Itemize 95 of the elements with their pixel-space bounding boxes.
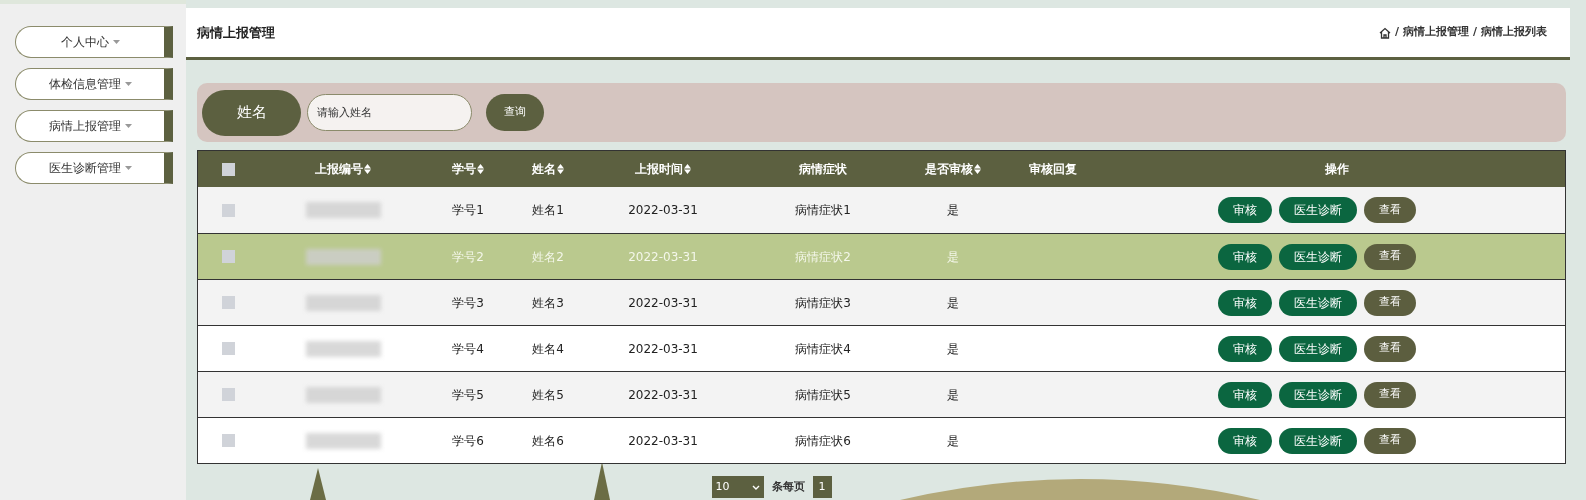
page-size-label: 条每页 xyxy=(771,478,805,495)
table-cell-text: 2022-03-31 xyxy=(628,340,698,358)
breadcrumb-separator: / xyxy=(1394,24,1399,41)
checkbox[interactable] xyxy=(221,162,235,176)
table-cell-text: 学号1 xyxy=(452,202,484,219)
table-row[interactable]: 学号5 姓名5 2022-03-31 病情症状5 是 审核 医生诊断 查看 xyxy=(198,371,1565,417)
action-button[interactable]: 医生诊断 xyxy=(1278,243,1357,270)
caret-icon xyxy=(124,82,132,86)
caret-icon xyxy=(124,124,132,128)
table-cell-text: 2022-03-31 xyxy=(628,248,698,266)
chevron-down-icon xyxy=(751,484,760,490)
column-header: 病情症状 xyxy=(799,161,847,178)
sidebar-menu-item[interactable]: 病情上报管理 xyxy=(15,110,173,142)
table-cell-text: 姓名5 xyxy=(532,386,564,404)
table-cell-text: 2022-03-31 xyxy=(628,432,698,450)
table-cell-text: 病情症状5 xyxy=(795,386,851,404)
table-cell-text: 学号2 xyxy=(452,248,484,266)
table-cell-text: 学号4 xyxy=(452,340,484,358)
tree-drawing xyxy=(310,468,326,500)
checkbox[interactable] xyxy=(221,203,235,217)
home-icon[interactable] xyxy=(1378,26,1391,39)
column-header: 操作 xyxy=(1324,161,1349,178)
table-cell-text: 是 xyxy=(947,386,959,404)
table-cell-text: 病情症状6 xyxy=(795,432,851,450)
action-button[interactable]: 医生诊断 xyxy=(1278,197,1357,223)
table-cell-text: 姓名4 xyxy=(532,340,564,358)
sidebar-menu-item[interactable]: 个人中心 xyxy=(15,26,173,58)
sort-icon xyxy=(364,164,371,174)
breadcrumb-link[interactable]: 病情上报列表 xyxy=(1481,24,1547,41)
table-cell-text: 是 xyxy=(947,432,959,450)
table-cell-text: 病情症状3 xyxy=(795,294,851,312)
column-header[interactable]: 姓名 xyxy=(532,160,564,178)
sort-icon xyxy=(684,164,691,174)
checkbox[interactable] xyxy=(221,434,235,447)
table-cell-text: 2022-03-31 xyxy=(628,386,698,404)
table-cell-text: 是 xyxy=(947,340,959,358)
table-row[interactable]: 学号3 姓名3 2022-03-31 病情症状3 是 审核 医生诊断 查看 xyxy=(198,279,1565,325)
sidebar-menu-item[interactable]: 医生诊断管理 xyxy=(15,152,173,184)
column-header: 审核回复 xyxy=(1029,161,1077,178)
sort-icon xyxy=(974,164,981,174)
page-size-select[interactable]: 10 xyxy=(711,476,764,498)
table-cell-text: 是 xyxy=(947,248,959,266)
action-button[interactable]: 医生诊断 xyxy=(1278,335,1357,362)
action-button[interactable]: 审核 xyxy=(1217,427,1272,454)
action-button[interactable]: 审核 xyxy=(1217,197,1272,223)
checkbox[interactable] xyxy=(221,250,235,263)
breadcrumb-link[interactable]: 病情上报管理 xyxy=(1402,24,1469,41)
search-label: 姓名 xyxy=(202,89,301,136)
action-button[interactable]: 医生诊断 xyxy=(1278,289,1357,316)
action-button[interactable]: 查看 xyxy=(1363,335,1416,362)
table-cell-text: 病情症状4 xyxy=(795,340,851,358)
action-button[interactable]: 审核 xyxy=(1217,289,1272,316)
checkbox[interactable] xyxy=(221,296,235,309)
caret-icon xyxy=(124,166,132,170)
table-cell-text: 学号3 xyxy=(452,294,484,312)
table-row[interactable]: 学号2 姓名2 2022-03-31 病情症状2 是 审核 医生诊断 查看 xyxy=(198,233,1565,279)
table-cell-text: 姓名3 xyxy=(532,294,564,312)
table-row[interactable]: 学号1 姓名1 2022-03-31 病情症状1 是 审核 医生诊断 查看 xyxy=(198,187,1565,233)
action-button[interactable]: 审核 xyxy=(1217,335,1272,362)
action-button[interactable]: 医生诊断 xyxy=(1278,381,1357,408)
table-cell-text: 姓名6 xyxy=(532,432,564,450)
action-button[interactable]: 审核 xyxy=(1217,381,1272,408)
sort-icon xyxy=(557,164,564,174)
action-button[interactable]: 查看 xyxy=(1363,381,1416,408)
table-cell-text: 学号6 xyxy=(452,432,484,450)
breadcrumb-separator: / xyxy=(1472,24,1477,41)
page-number[interactable]: 1 xyxy=(812,476,832,498)
table-cell-text: 是 xyxy=(947,294,959,312)
checkbox[interactable] xyxy=(221,388,235,401)
column-header[interactable]: 上报编号 xyxy=(315,160,371,178)
checkbox[interactable] xyxy=(221,342,235,355)
page-title: 病情上报管理 xyxy=(197,23,275,42)
action-button[interactable]: 审核 xyxy=(1217,243,1272,270)
table-cell-text: 学号5 xyxy=(452,386,484,404)
sidebar-menu-item[interactable]: 体检信息管理 xyxy=(15,68,173,100)
action-button[interactable]: 查看 xyxy=(1363,289,1416,316)
table-cell-text: 2022-03-31 xyxy=(628,202,698,219)
tree-drawing xyxy=(594,462,610,500)
table-cell-text: 姓名2 xyxy=(532,248,564,266)
sort-icon xyxy=(477,164,484,174)
table-cell-text: 病情症状2 xyxy=(795,248,851,266)
caret-icon xyxy=(112,40,120,44)
name-input-field[interactable]: 请输入姓名 xyxy=(307,94,472,131)
query-button[interactable]: 查询 xyxy=(486,94,544,131)
table-cell-text: 姓名1 xyxy=(532,202,564,219)
column-header[interactable]: 学号 xyxy=(452,160,484,178)
table-cell-text: 2022-03-31 xyxy=(628,294,698,312)
action-button[interactable]: 查看 xyxy=(1363,243,1416,270)
action-button[interactable]: 查看 xyxy=(1363,197,1416,223)
table-cell-text: 是 xyxy=(947,202,959,219)
action-button[interactable]: 医生诊断 xyxy=(1278,427,1357,454)
action-button[interactable]: 查看 xyxy=(1363,427,1416,454)
column-header[interactable]: 上报时间 xyxy=(635,160,691,178)
table-cell-text: 病情症状1 xyxy=(795,202,851,219)
column-header[interactable]: 是否审核 xyxy=(925,160,981,178)
